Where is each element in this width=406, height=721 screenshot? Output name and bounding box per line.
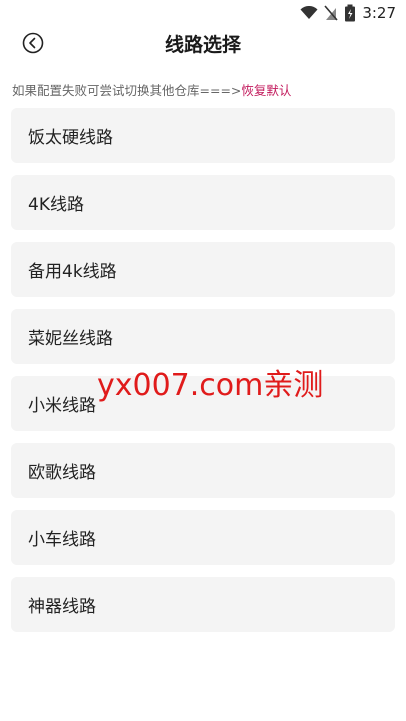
route-item-xiaomi[interactable]: 小米线路 <box>11 376 395 431</box>
route-label: 神器线路 <box>28 597 96 617</box>
route-item-fantaiying[interactable]: 饭太硬线路 <box>11 108 395 163</box>
route-item-backup-4k[interactable]: 备用4k线路 <box>11 242 395 297</box>
header: 线路选择 <box>0 24 406 62</box>
route-item-xiaoche[interactable]: 小车线路 <box>11 510 395 565</box>
route-label: 备用4k线路 <box>28 262 117 282</box>
route-item-cainisi[interactable]: 菜妮丝线路 <box>11 309 395 364</box>
restore-default-link[interactable]: 恢复默认 <box>241 83 291 98</box>
route-label: 饭太硬线路 <box>28 128 113 148</box>
status-time: 3:27 <box>362 4 396 22</box>
route-list: 饭太硬线路 4K线路 备用4k线路 菜妮丝线路 小米线路 欧歌线路 小车线路 神… <box>11 108 395 644</box>
no-sim-icon <box>324 5 338 21</box>
route-item-ouge[interactable]: 欧歌线路 <box>11 443 395 498</box>
route-label: 菜妮丝线路 <box>28 329 113 349</box>
page-title: 线路选择 <box>164 34 241 56</box>
route-item-shenqi[interactable]: 神器线路 <box>11 577 395 632</box>
route-label: 小米线路 <box>28 396 96 416</box>
route-item-4k[interactable]: 4K线路 <box>11 175 395 230</box>
hint-text: 如果配置失败可尝试切换其他仓库===> <box>12 83 242 98</box>
wifi-icon <box>300 6 318 19</box>
route-label: 4K线路 <box>28 195 84 215</box>
status-icons: 3:27 <box>300 4 396 22</box>
route-label: 小车线路 <box>28 530 96 550</box>
battery-icon <box>345 4 356 22</box>
route-label: 欧歌线路 <box>28 463 96 483</box>
config-hint: 如果配置失败可尝试切换其他仓库===>恢复默认 <box>12 80 291 99</box>
